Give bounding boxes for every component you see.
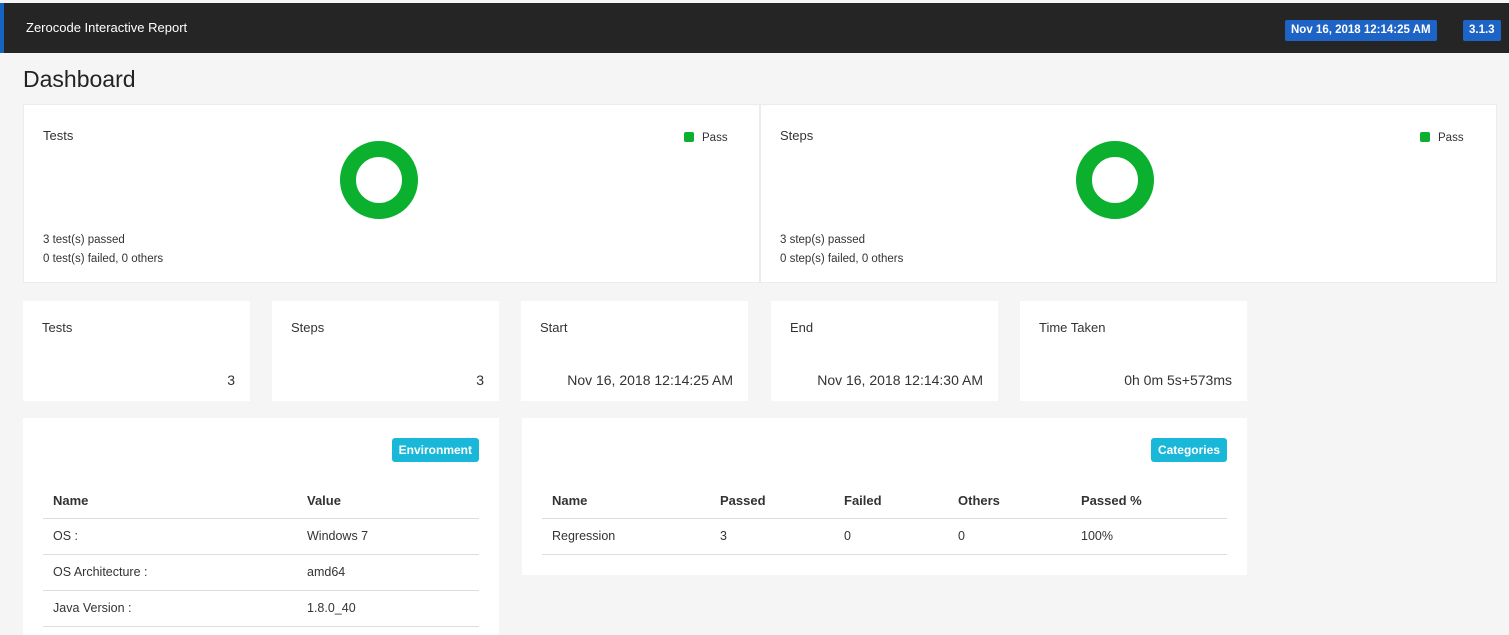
tests-failed-text: 0 test(s) failed, 0 others <box>43 253 164 265</box>
steps-failed-text: 0 step(s) failed, 0 others <box>780 253 904 265</box>
stat-value: 0h 0m 5s+573ms <box>1124 372 1232 388</box>
column-header: Name <box>43 484 297 519</box>
column-header: Passed % <box>1071 484 1227 519</box>
column-header: Name <box>542 484 710 519</box>
stat-label: Start <box>540 320 568 335</box>
tests-donut-chart[interactable] <box>339 140 419 220</box>
categories-table: Name Passed Failed Others Passed % Regre… <box>542 484 1227 555</box>
table-row: Java Version : 1.8.0_40 <box>43 590 479 627</box>
table-row: Regression 3 0 0 100% <box>542 518 1227 555</box>
table-cell: 1.8.0_40 <box>297 590 479 627</box>
column-header: Value <box>297 484 479 519</box>
stat-label: Steps <box>291 320 325 335</box>
report-date-badge: Nov 16, 2018 12:14:25 AM <box>1285 20 1437 41</box>
table-header-row: Name Passed Failed Others Passed % <box>542 484 1227 519</box>
steps-passed-text: 3 step(s) passed <box>780 234 866 246</box>
stat-label: Time Taken <box>1039 320 1106 335</box>
stat-value: Nov 16, 2018 12:14:30 AM <box>817 372 983 388</box>
table-cell: 100% <box>1071 518 1227 555</box>
top-navbar: Zerocode Interactive Report Nov 16, 2018… <box>0 3 1509 53</box>
table-cell: Regression <box>542 518 710 555</box>
app-title: Zerocode Interactive Report <box>26 20 188 35</box>
page-title: Dashboard <box>23 66 136 92</box>
categories-card: Categories Name Passed Failed Others Pas… <box>522 418 1247 575</box>
steps-summary-card: Steps Pass 3 step(s) passed 0 step(s) fa… <box>760 104 1497 283</box>
table-row: OS Architecture : amd64 <box>43 554 479 591</box>
stat-card-steps: Steps 3 <box>272 301 499 401</box>
table-cell: Java Version : <box>43 590 297 627</box>
environment-card: Environment Name Value OS : Windows 7 OS… <box>23 418 499 635</box>
table-cell: 0 <box>834 518 948 555</box>
environment-badge: Environment <box>391 438 479 462</box>
steps-legend-label: Pass <box>1438 132 1464 144</box>
tests-legend-label: Pass <box>702 132 728 144</box>
table-row: OS : Windows 7 <box>43 518 479 555</box>
stat-card-tests: Tests 3 <box>23 301 250 401</box>
pass-swatch-icon <box>1420 132 1430 142</box>
steps-pass-arc[interactable] <box>1076 141 1154 219</box>
tests-summary-card: Tests Pass 3 test(s) passed 0 test(s) fa… <box>23 104 760 283</box>
stat-value: 3 <box>476 372 484 388</box>
stat-value: Nov 16, 2018 12:14:25 AM <box>567 372 733 388</box>
table-header-row: Name Value <box>43 484 479 519</box>
environment-table: Name Value OS : Windows 7 OS Architectur… <box>43 484 479 627</box>
column-header: Failed <box>834 484 948 519</box>
tests-legend[interactable]: Pass <box>684 132 728 144</box>
table-cell: Windows 7 <box>297 518 479 555</box>
steps-donut-chart[interactable] <box>1075 140 1155 220</box>
steps-legend[interactable]: Pass <box>1420 132 1464 144</box>
steps-summary-label: Steps <box>780 128 814 143</box>
tests-summary-label: Tests <box>43 128 74 143</box>
column-header: Others <box>948 484 1071 519</box>
table-cell: OS : <box>43 518 297 555</box>
tests-passed-text: 3 test(s) passed <box>43 234 125 246</box>
tests-pass-arc[interactable] <box>340 141 418 219</box>
stat-label: Tests <box>42 320 73 335</box>
stat-label: End <box>790 320 814 335</box>
stat-card-end: End Nov 16, 2018 12:14:30 AM <box>771 301 998 401</box>
table-cell: 3 <box>710 518 834 555</box>
stat-card-start: Start Nov 16, 2018 12:14:25 AM <box>521 301 748 401</box>
pass-swatch-icon <box>684 132 694 142</box>
stat-value: 3 <box>227 372 235 388</box>
categories-badge: Categories <box>1150 438 1227 462</box>
stat-card-time-taken: Time Taken 0h 0m 5s+573ms <box>1020 301 1247 401</box>
table-cell: 0 <box>948 518 1071 555</box>
table-cell: amd64 <box>297 554 479 591</box>
table-cell: OS Architecture : <box>43 554 297 591</box>
column-header: Passed <box>710 484 834 519</box>
version-badge: 3.1.3 <box>1463 20 1501 41</box>
